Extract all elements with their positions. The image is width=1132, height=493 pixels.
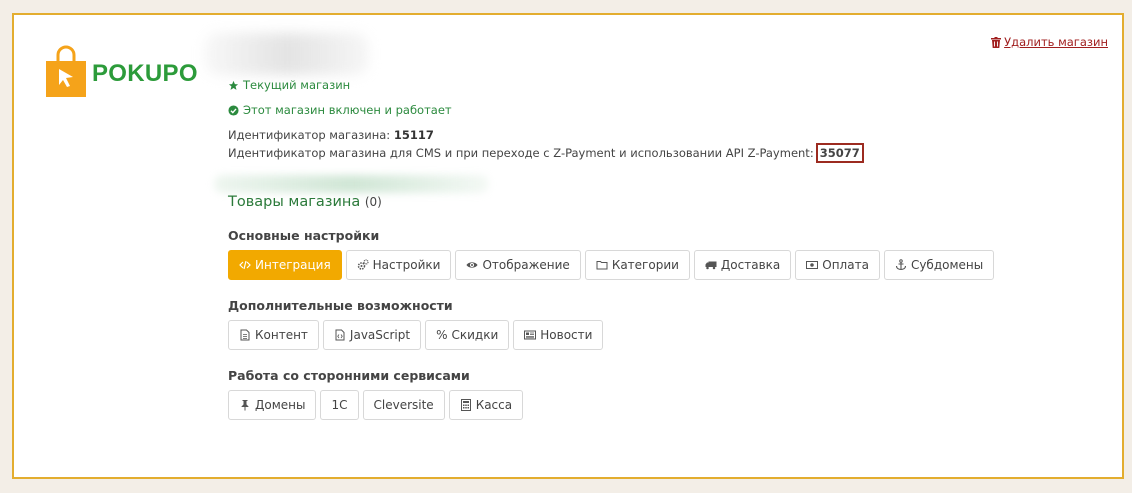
news-button-label: Новости bbox=[540, 328, 593, 342]
code-icon bbox=[239, 260, 251, 270]
cms-id-value: 35077 bbox=[815, 143, 864, 163]
delivery-button[interactable]: Доставка bbox=[693, 250, 792, 280]
news-button[interactable]: Новости bbox=[513, 320, 604, 350]
check-circle-icon bbox=[228, 104, 239, 116]
shop-name-blurred bbox=[204, 33, 369, 75]
money-icon bbox=[806, 261, 819, 269]
shop-card: POKUPO Удалить магазин Текущий магазин Э… bbox=[12, 13, 1124, 479]
trash-icon bbox=[991, 36, 1002, 48]
shop-id-label: Идентификатор магазина: bbox=[228, 128, 391, 142]
extra-features-buttons: Контент JavaScript % Скидки Новости bbox=[228, 320, 1108, 350]
newspaper-icon bbox=[524, 330, 537, 340]
shop-id-row: Идентификатор магазина: 15117 bbox=[228, 128, 1108, 143]
javascript-button-label: JavaScript bbox=[349, 328, 411, 342]
star-icon bbox=[228, 80, 239, 90]
gears-icon bbox=[357, 259, 369, 270]
settings-button[interactable]: Настройки bbox=[345, 250, 452, 280]
truck-icon bbox=[705, 261, 717, 270]
cms-id-label: Идентификатор магазина для CMS и при пер… bbox=[228, 146, 814, 160]
onec-button[interactable]: 1С bbox=[320, 390, 359, 420]
main-settings-buttons: Интеграция Настройки Отображение Категор… bbox=[228, 250, 1108, 280]
onec-button-label: 1С bbox=[331, 398, 348, 412]
third-party-title: Работа со сторонними сервисами bbox=[228, 368, 470, 383]
cleversite-button[interactable]: Cleversite bbox=[362, 390, 445, 420]
shop-details: Текущий магазин Этот магазин включен и р… bbox=[228, 77, 1108, 420]
eye-icon bbox=[466, 262, 478, 268]
payment-button[interactable]: Оплата bbox=[795, 250, 880, 280]
main-settings-title: Основные настройки bbox=[228, 228, 380, 243]
integration-button-label: Интеграция bbox=[255, 258, 331, 272]
extra-features-title: Дополнительные возможности bbox=[228, 298, 453, 313]
shop-goods-title: Товары магазина bbox=[228, 194, 361, 210]
subdomains-button-label: Субдомены bbox=[910, 258, 984, 272]
content-button[interactable]: Контент bbox=[228, 320, 319, 350]
cms-id-row: Идентификатор магазина для CMS и при пер… bbox=[228, 143, 1108, 163]
discounts-button[interactable]: % Скидки bbox=[425, 320, 510, 350]
enabled-shop-status: Этот магазин включен и работает bbox=[228, 102, 1108, 118]
calculator-icon bbox=[460, 399, 471, 411]
folder-icon bbox=[596, 261, 608, 270]
delete-shop-label: Удалить магазин bbox=[1004, 35, 1108, 49]
brand-name: POKUPO bbox=[92, 60, 198, 87]
cash-register-button[interactable]: Касса bbox=[448, 390, 524, 420]
payment-button-label: Оплата bbox=[822, 258, 869, 272]
domains-button-label: Домены bbox=[255, 398, 306, 412]
cleversite-button-label: Cleversite bbox=[373, 398, 434, 412]
third-party-buttons: Домены 1С Cleversite Касса bbox=[228, 390, 1108, 420]
file-text-icon bbox=[240, 329, 250, 341]
settings-button-label: Настройки bbox=[372, 258, 441, 272]
display-button-label: Отображение bbox=[482, 258, 570, 272]
shop-goods-link[interactable]: Товары магазина (0) bbox=[228, 194, 1108, 210]
current-shop-status: Текущий магазин bbox=[228, 77, 1108, 93]
delivery-button-label: Доставка bbox=[720, 258, 781, 272]
anchor-icon bbox=[895, 259, 906, 271]
display-button[interactable]: Отображение bbox=[455, 250, 581, 280]
file-code-icon bbox=[335, 329, 345, 341]
shop-id-value: 15117 bbox=[393, 128, 434, 142]
pin-icon bbox=[241, 400, 249, 411]
javascript-button[interactable]: JavaScript bbox=[322, 320, 422, 350]
enabled-shop-label: Этот магазин включен и работает bbox=[243, 103, 452, 117]
categories-button-label: Категории bbox=[611, 258, 679, 272]
cash-register-button-label: Касса bbox=[475, 398, 513, 412]
shopping-bag-logo-icon bbox=[46, 45, 86, 97]
domains-button[interactable]: Домены bbox=[228, 390, 317, 420]
pokupo-logo: POKUPO bbox=[46, 45, 198, 97]
shop-goods-count: (0) bbox=[364, 195, 382, 209]
current-shop-label: Текущий магазин bbox=[243, 78, 351, 92]
content-button-label: Контент bbox=[255, 328, 308, 342]
shop-identifiers: Идентификатор магазина: 15117 Идентифика… bbox=[228, 128, 1108, 163]
discounts-button-label: Скидки bbox=[451, 328, 499, 342]
categories-button[interactable]: Категории bbox=[584, 250, 690, 280]
delete-shop-link[interactable]: Удалить магазин bbox=[991, 35, 1108, 49]
subdomains-button[interactable]: Субдомены bbox=[883, 250, 995, 280]
percent-icon: % bbox=[436, 328, 448, 342]
integration-button[interactable]: Интеграция bbox=[228, 250, 342, 280]
